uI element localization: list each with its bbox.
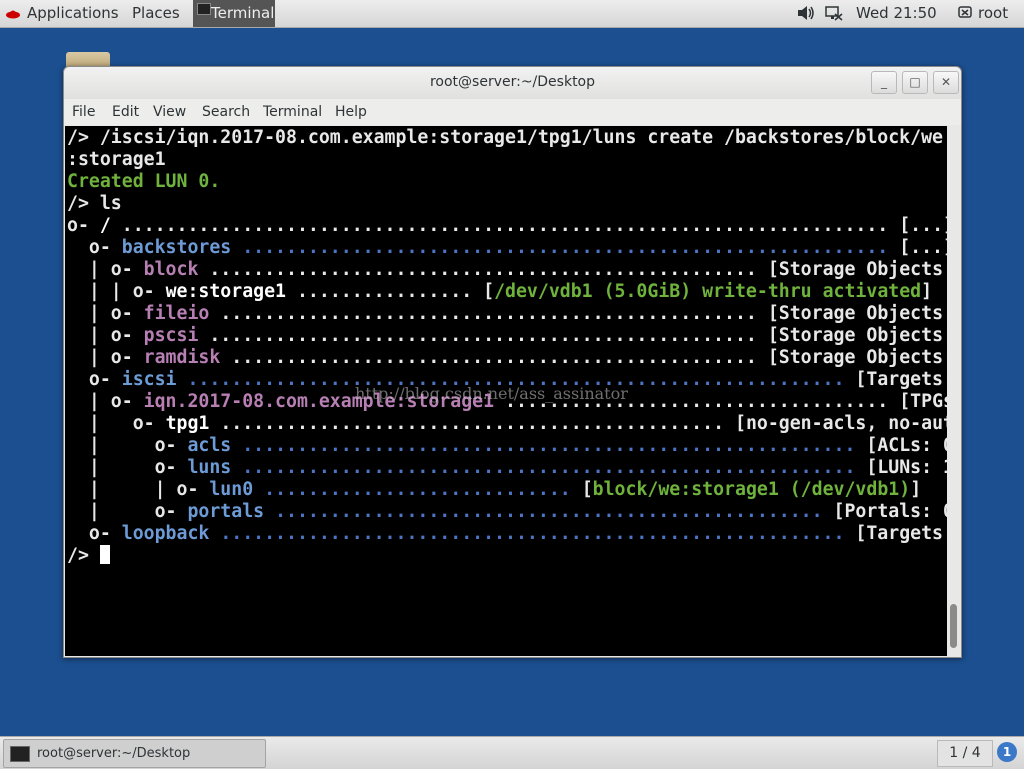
places-menu[interactable]: Places: [132, 0, 180, 27]
redhat-icon: [6, 10, 20, 19]
menu-view[interactable]: View: [153, 104, 186, 120]
terminal-line: | o- ramdisk ...........................…: [67, 347, 947, 368]
terminal-line: o- / ...................................…: [67, 215, 947, 236]
workspace-indicator[interactable]: 1 / 4: [937, 740, 993, 767]
network-icon[interactable]: [825, 5, 843, 21]
volume-icon[interactable]: [797, 5, 815, 21]
terminal-icon: [10, 746, 30, 762]
terminal-line: | o- luns ..............................…: [67, 457, 947, 478]
user-menu[interactable]: root: [978, 0, 1008, 27]
terminal-line: /> /iscsi/iqn.2017-08.com.example:storag…: [67, 127, 943, 148]
menu-help[interactable]: Help: [335, 104, 367, 120]
terminal-output[interactable]: /> /iscsi/iqn.2017-08.com.example:storag…: [65, 126, 947, 656]
notification-icon[interactable]: 1: [997, 742, 1017, 762]
menu-file[interactable]: File: [72, 104, 95, 120]
terminal-line: | o- block .............................…: [67, 259, 947, 280]
terminal-icon: [197, 3, 211, 15]
window-title: root@server:~/Desktop: [429, 74, 596, 90]
scrollbar[interactable]: [947, 126, 960, 656]
terminal-app-menu[interactable]: Terminal: [193, 0, 275, 27]
menu-search[interactable]: Search: [202, 104, 250, 120]
clock[interactable]: Wed 21:50: [856, 0, 937, 27]
terminal-line: | | o- lun0 ............................…: [67, 479, 922, 500]
taskbar-window-button[interactable]: root@server:~/Desktop: [3, 739, 266, 768]
terminal-app-label: Terminal: [211, 4, 275, 22]
user-icon: [958, 6, 972, 18]
terminal-line: Created LUN 0.: [67, 171, 221, 192]
terminal-line: | o- pscsi .............................…: [67, 325, 947, 346]
menu-edit[interactable]: Edit: [112, 104, 139, 120]
terminal-line: :storage1: [67, 149, 166, 170]
applications-menu[interactable]: Applications: [27, 0, 119, 27]
terminal-line: />: [67, 545, 110, 567]
terminal-window: root@server:~/Desktop _ □ ✕ File Edit Vi…: [63, 66, 962, 658]
text-cursor: [99, 545, 110, 564]
terminal-line: o- loopback ............................…: [67, 523, 947, 544]
scrollbar-thumb[interactable]: [950, 604, 957, 648]
menu-terminal[interactable]: Terminal: [263, 104, 322, 120]
taskbar-window-label: root@server:~/Desktop: [37, 746, 191, 761]
menubar: File Edit View Search Terminal Help: [64, 99, 961, 125]
terminal-line: | o- fileio ............................…: [67, 303, 947, 324]
window-titlebar[interactable]: root@server:~/Desktop _ □ ✕: [64, 67, 961, 99]
terminal-line: | | o- we:storage1 ................ [/de…: [67, 281, 933, 302]
terminal-line: | o- acls ..............................…: [67, 435, 947, 456]
minimize-button[interactable]: _: [871, 71, 897, 94]
terminal-line: o- backstores ..........................…: [67, 237, 947, 258]
terminal-line: /> ls: [67, 193, 122, 214]
close-button[interactable]: ✕: [933, 71, 959, 94]
top-panel: Applications Places Terminal Wed 21:50 r…: [0, 0, 1024, 28]
terminal-line: | o- portals ...........................…: [67, 501, 947, 522]
bottom-panel: root@server:~/Desktop 1 / 4 1: [0, 736, 1024, 769]
terminal-line: | o- tpg1 ..............................…: [67, 413, 947, 434]
maximize-button[interactable]: □: [902, 71, 928, 94]
watermark-text: http://blog.csdn.net/ass_assinator: [355, 384, 628, 403]
